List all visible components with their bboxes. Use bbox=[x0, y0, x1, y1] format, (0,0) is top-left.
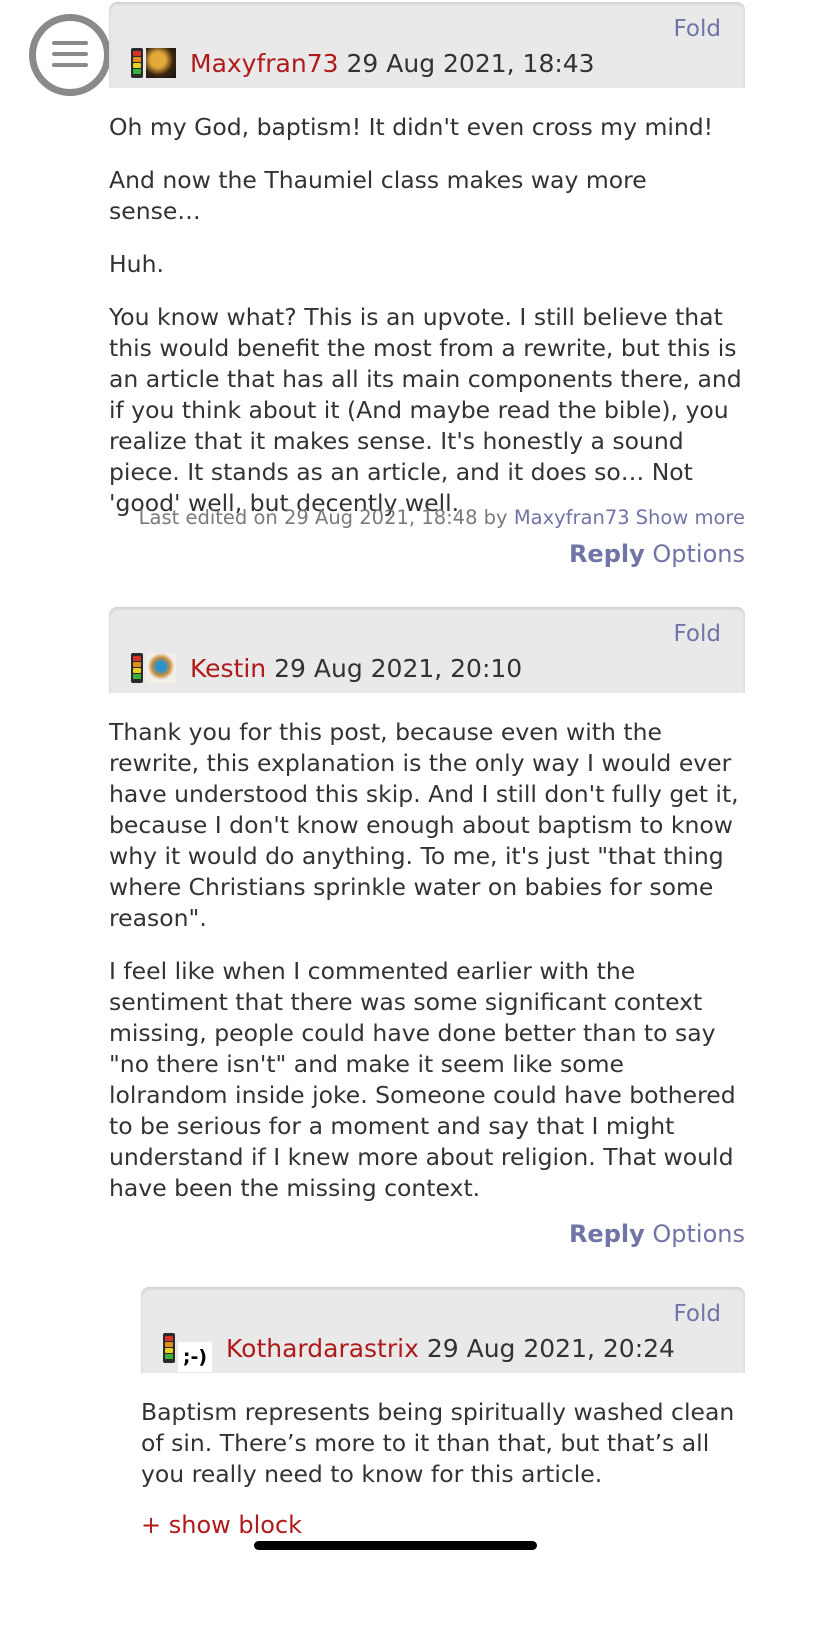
options-link[interactable]: Options bbox=[652, 1220, 745, 1248]
author-line: Maxyfran73 29 Aug 2021, 18:43 bbox=[131, 48, 595, 78]
comment-actions: Reply Options bbox=[109, 1220, 745, 1248]
comment-date: 29 Aug 2021, 20:24 bbox=[426, 1334, 675, 1363]
fold-link[interactable]: Fold bbox=[674, 16, 721, 42]
username-link[interactable]: Maxyfran73 bbox=[190, 49, 339, 78]
show-more-link[interactable]: Show more bbox=[636, 506, 745, 529]
comment-date: 29 Aug 2021, 18:43 bbox=[346, 49, 595, 78]
options-link[interactable]: Options bbox=[652, 540, 745, 568]
comment-body: Thank you for this post, because even wi… bbox=[109, 717, 745, 1226]
comment-paragraph: Baptism represents being spiritually was… bbox=[141, 1398, 735, 1488]
comment-paragraph: Thank you for this post, because even wi… bbox=[109, 718, 739, 932]
menu-icon bbox=[52, 41, 88, 74]
home-indicator[interactable] bbox=[254, 1541, 537, 1550]
comment-maxyfran73: Fold Maxyfran73 29 Aug 2021, 18:43 bbox=[109, 2, 745, 88]
comment-actions: Reply Options bbox=[109, 540, 745, 568]
author-line: ;-) Kothardarastrix 29 Aug 2021, 20:24 bbox=[163, 1333, 675, 1372]
editor-link[interactable]: Maxyfran73 bbox=[514, 506, 630, 529]
karma-rank-icon bbox=[131, 653, 143, 683]
comment-header: Fold Kestin 29 Aug 2021, 20:10 bbox=[109, 607, 745, 693]
fold-link[interactable]: Fold bbox=[674, 621, 721, 647]
comment-paragraph: Huh. bbox=[109, 250, 164, 278]
comment-date: 29 Aug 2021, 20:10 bbox=[274, 654, 523, 683]
show-block-link[interactable]: + show block bbox=[141, 1511, 302, 1539]
comment-header: Fold Maxyfran73 29 Aug 2021, 18:43 bbox=[109, 2, 745, 88]
author-line: Kestin 29 Aug 2021, 20:10 bbox=[131, 653, 522, 683]
karma-rank-icon bbox=[163, 1333, 175, 1363]
comment-body: Baptism represents being spiritually was… bbox=[141, 1397, 745, 1512]
edit-info: Last edited on 29 Aug 2021, 18:48 by Max… bbox=[109, 506, 745, 529]
user-avatar[interactable]: ;-) bbox=[178, 1342, 212, 1372]
comment-paragraph: And now the Thaumiel class makes way mor… bbox=[109, 166, 647, 225]
username-link[interactable]: Kothardarastrix bbox=[226, 1334, 419, 1363]
username-link[interactable]: Kestin bbox=[190, 654, 266, 683]
comment-paragraph: Oh my God, baptism! It didn't even cross… bbox=[109, 113, 714, 141]
reply-link[interactable]: Reply bbox=[569, 540, 645, 568]
reply-link[interactable]: Reply bbox=[569, 1220, 645, 1248]
edited-text: Last edited on 29 Aug 2021, 18:48 by bbox=[138, 506, 508, 529]
comment-header: Fold ;-) Kothardarastrix 29 Aug 2021, 20:… bbox=[141, 1287, 745, 1373]
user-avatar[interactable] bbox=[146, 48, 176, 78]
comment-body: Oh my God, baptism! It didn't even cross… bbox=[109, 112, 745, 541]
comment-kothardarastrix: Fold ;-) Kothardarastrix 29 Aug 2021, 20:… bbox=[141, 1287, 745, 1373]
comment-kestin: Fold Kestin 29 Aug 2021, 20:10 bbox=[109, 607, 745, 693]
comment-paragraph: I feel like when I commented earlier wit… bbox=[109, 957, 736, 1202]
menu-button[interactable] bbox=[29, 14, 111, 96]
fold-link[interactable]: Fold bbox=[674, 1301, 721, 1327]
karma-rank-icon bbox=[131, 48, 143, 78]
comment-paragraph: You know what? This is an upvote. I stil… bbox=[109, 303, 742, 517]
user-avatar[interactable] bbox=[146, 653, 176, 683]
